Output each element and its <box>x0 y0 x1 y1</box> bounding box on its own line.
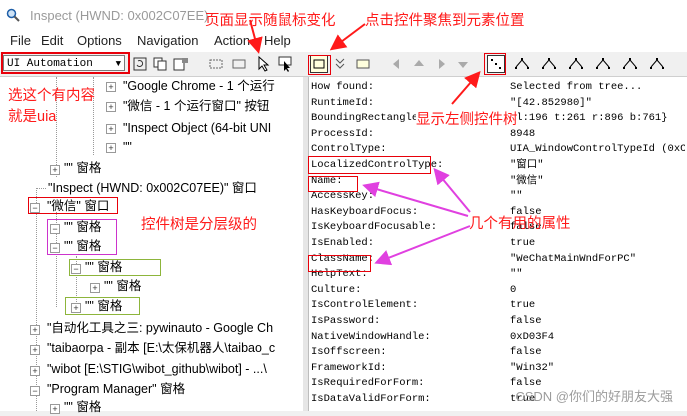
watermark: CSDN @你们的好朋友大强 <box>515 389 673 404</box>
arrow-mouse-follow <box>247 19 263 54</box>
arrow-show-tree <box>451 70 481 105</box>
arrow-click-focus <box>329 23 366 51</box>
annotation-arrows <box>247 19 481 266</box>
arrow-localized-type <box>433 167 471 213</box>
arrow-classname <box>374 225 471 266</box>
